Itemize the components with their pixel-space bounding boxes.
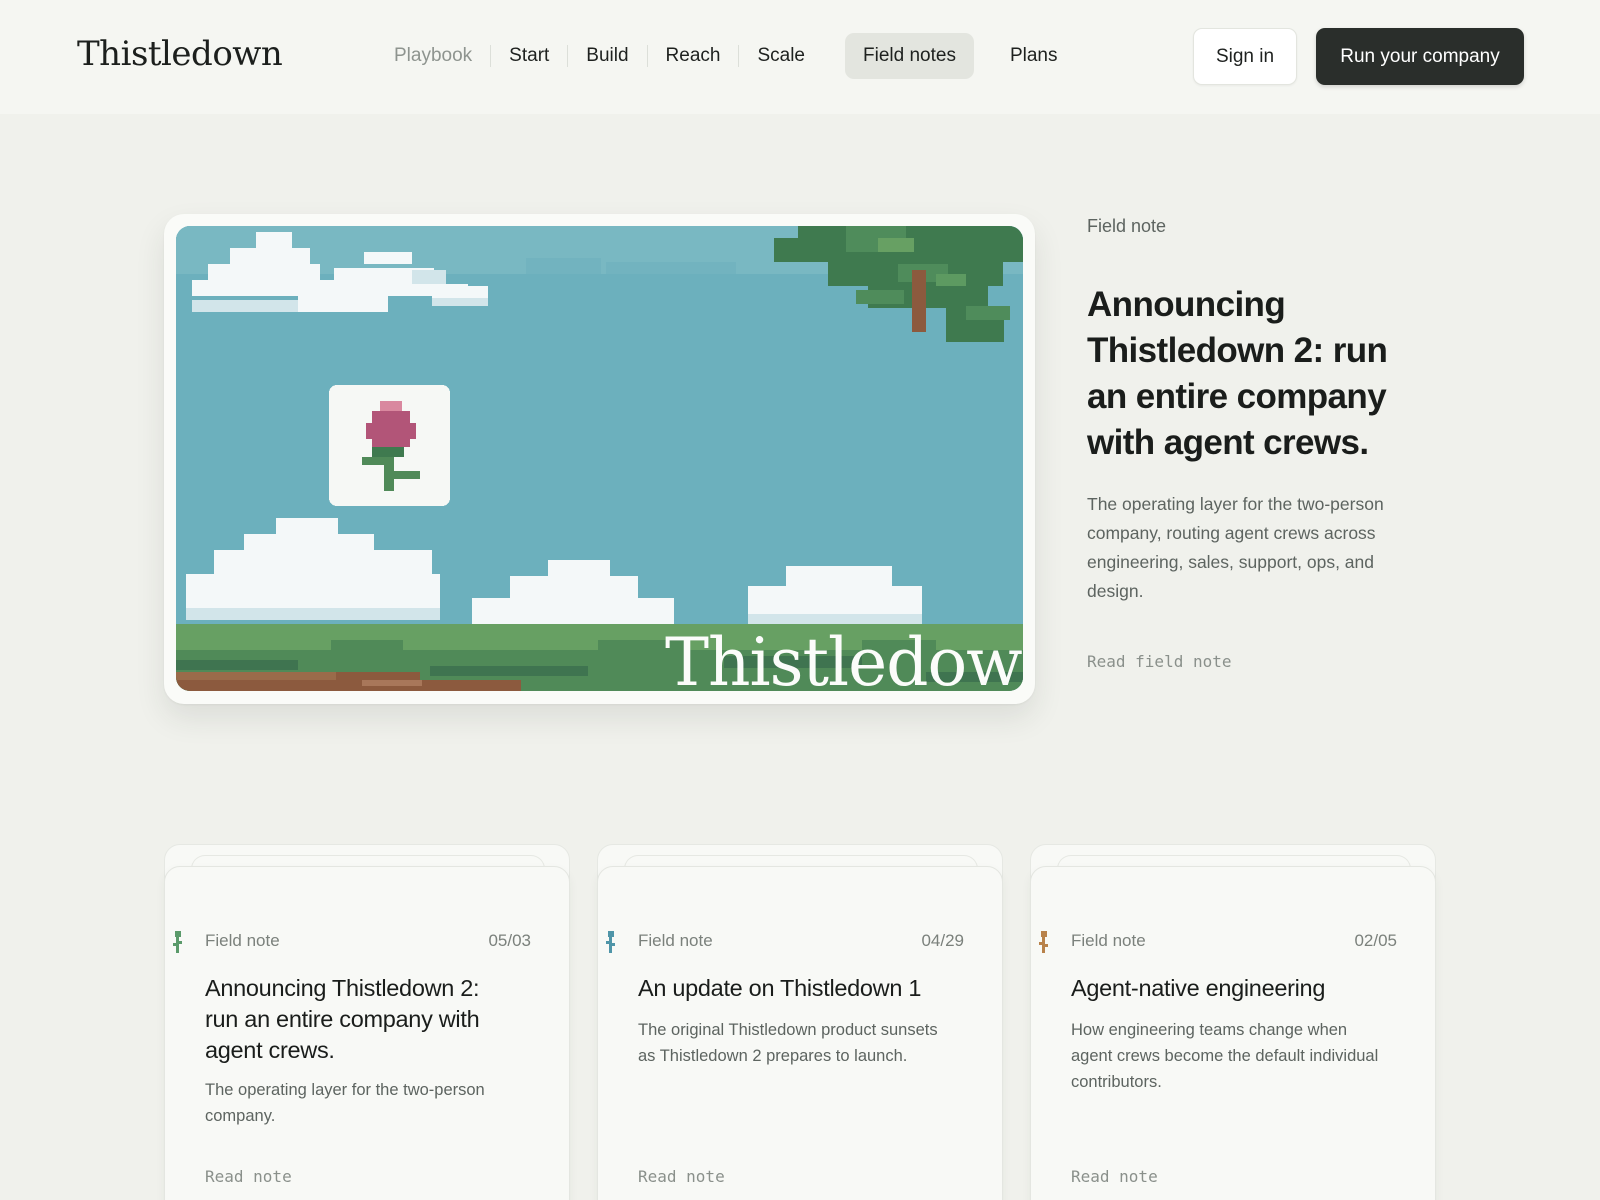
hero-eyebrow: Field note [1087,216,1167,236]
nav-item-plans[interactable]: Plans [992,33,1076,79]
flower-app-icon [329,385,450,506]
pixel-landscape-illustration [176,226,1023,691]
field-note-card[interactable]: Field note 02/05 Agent-native engineerin… [1030,866,1436,1200]
card-label: Field note [1071,931,1146,950]
read-field-note-link[interactable]: Read field note [1087,652,1232,671]
field-note-card-wrapper: Field note 02/05 Agent-native engineerin… [1030,844,1436,1200]
nav-item-playbook[interactable]: Playbook [376,33,490,79]
run-your-company-button[interactable]: Run your company [1316,28,1524,85]
pin-icon [1039,931,1048,953]
site-header: Thistledown Playbook Start Build Reach S… [0,0,1600,114]
card-date: 04/29 [921,931,964,950]
card-date: 02/05 [1354,931,1397,950]
hero-description: The operating layer for the two-person c… [1087,494,1384,601]
card-description: How engineering teams change when agent … [1071,1021,1379,1091]
brand-logo[interactable]: Thistledown [77,34,283,74]
field-note-card[interactable]: Field note 04/29 An update on Thistledow… [597,866,1003,1200]
pin-icon [606,931,615,953]
card-description: The original Thistledown product sunsets… [638,1021,938,1065]
nav-item-reach[interactable]: Reach [648,33,739,79]
nav-item-build[interactable]: Build [568,33,646,79]
card-description: The operating layer for the two-person c… [205,1081,485,1125]
field-note-card-wrapper: Field note 05/03 Announcing Thistledown … [164,844,570,1200]
pin-icon [173,931,182,953]
read-note-link[interactable]: Read note [638,1167,725,1186]
hero-pixel-art: Thistledown 2 [176,226,1023,691]
field-note-card-wrapper: Field note 04/29 An update on Thistledow… [597,844,1003,1200]
main-nav: Playbook Start Build Reach Scale Field n… [376,33,1075,79]
field-note-card[interactable]: Field note 05/03 Announcing Thistledown … [164,866,570,1200]
read-note-link[interactable]: Read note [205,1167,292,1186]
hero-title[interactable]: Announcing Thistledown 2: run an entire … [1087,282,1417,466]
card-title: Announcing Thistledown 2: run an entire … [205,975,480,1063]
sign-in-button[interactable]: Sign in [1193,28,1297,85]
hero-image-card[interactable]: Thistledown 2 [164,214,1035,704]
nav-item-field-notes[interactable]: Field notes [845,33,974,79]
hero-wordmark: Thistledown [665,624,1023,692]
read-note-link[interactable]: Read note [1071,1167,1158,1186]
card-label: Field note [638,931,713,950]
nav-item-start[interactable]: Start [491,33,567,79]
nav-item-scale[interactable]: Scale [739,33,823,79]
card-title: An update on Thistledown 1 [638,975,922,1001]
card-label: Field note [205,931,280,950]
card-title: Agent-native engineering [1071,975,1326,1001]
card-date: 05/03 [488,931,531,950]
